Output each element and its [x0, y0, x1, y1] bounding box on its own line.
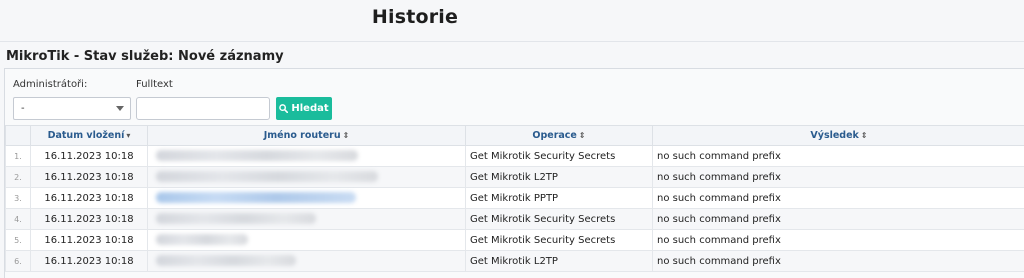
row-result: no such command prefix	[652, 166, 1024, 188]
column-header-number	[5, 125, 31, 146]
title-divider	[0, 41, 1024, 42]
table-header-row: Datum vložení ▾ Jméno routeru ⇕ Operace ⇕ V…	[5, 125, 1024, 146]
row-date: 16.11.2023 10:18	[30, 208, 148, 230]
fulltext-input[interactable]	[136, 97, 270, 120]
table-row[interactable]: 4. 16.11.2023 10:18 Get Mikrotik Securit…	[5, 208, 1024, 230]
table-row[interactable]: 2. 16.11.2023 10:18 Get Mikrotik L2TP no…	[5, 166, 1024, 188]
row-number: 6.	[5, 250, 31, 272]
table-row[interactable]: 1. 16.11.2023 10:18 Get Mikrotik Securit…	[5, 145, 1024, 167]
table-row[interactable]: 6. 16.11.2023 10:18 Get Mikrotik L2TP no…	[5, 250, 1024, 272]
row-date: 16.11.2023 10:18	[30, 187, 148, 209]
table-row[interactable]: 5. 16.11.2023 10:18 Get Mikrotik Securit…	[5, 229, 1024, 251]
chevron-down-icon	[116, 106, 124, 111]
search-button-label: Hledat	[291, 103, 329, 114]
row-number: 2.	[5, 166, 31, 188]
row-number: 1.	[5, 145, 31, 167]
row-result: no such command prefix	[652, 250, 1024, 272]
search-button[interactable]: Hledat	[276, 97, 332, 120]
row-operation: Get Mikrotik L2TP	[465, 166, 653, 188]
row-date: 16.11.2023 10:18	[30, 166, 148, 188]
row-result: no such command prefix	[652, 208, 1024, 230]
row-router-redacted	[147, 229, 466, 251]
admin-select-value: -	[21, 103, 25, 114]
row-date: 16.11.2023 10:18	[30, 229, 148, 251]
row-number: 5.	[5, 229, 31, 251]
panel-title: MikroTik - Stav služeb: Nové záznamy	[6, 49, 284, 64]
column-header-result[interactable]: Výsledek ⇕	[652, 125, 1024, 146]
sort-desc-icon: ▾	[126, 131, 131, 140]
sort-icon: ⇕	[578, 131, 586, 140]
sort-icon: ⇕	[860, 131, 868, 140]
row-operation: Get Mikrotik Security Secrets	[465, 145, 653, 167]
search-icon	[279, 104, 289, 113]
row-date: 16.11.2023 10:18	[30, 145, 148, 167]
admin-filter-label: Administrátoři:	[13, 79, 88, 90]
admin-select[interactable]: -	[13, 97, 131, 120]
row-operation: Get Mikrotik PPTP	[465, 187, 653, 209]
row-operation: Get Mikrotik Security Secrets	[465, 229, 653, 251]
page-title: Historie	[371, 6, 459, 28]
row-router-redacted	[147, 208, 466, 230]
history-table: Datum vložení ▾ Jméno routeru ⇕ Operace ⇕ V…	[5, 125, 1024, 272]
row-router-redacted	[147, 166, 466, 188]
row-router-redacted	[147, 187, 466, 209]
history-panel: Administrátoři: Fulltext - Hledat Datum …	[4, 68, 1024, 278]
row-result: no such command prefix	[652, 145, 1024, 167]
column-header-operation[interactable]: Operace ⇕	[465, 125, 653, 146]
row-result: no such command prefix	[652, 229, 1024, 251]
row-number: 3.	[5, 187, 31, 209]
fulltext-label: Fulltext	[136, 79, 173, 90]
row-number: 4.	[5, 208, 31, 230]
table-row[interactable]: 3. 16.11.2023 10:18 Get Mikrotik PPTP no…	[5, 187, 1024, 209]
row-date: 16.11.2023 10:18	[30, 250, 148, 272]
column-header-date[interactable]: Datum vložení ▾	[30, 125, 148, 146]
row-router-redacted	[147, 145, 466, 167]
row-router-redacted	[147, 250, 466, 272]
row-operation: Get Mikrotik Security Secrets	[465, 208, 653, 230]
column-header-router[interactable]: Jméno routeru ⇕	[147, 125, 466, 146]
row-result: no such command prefix	[652, 187, 1024, 209]
sort-icon: ⇕	[342, 131, 350, 140]
row-operation: Get Mikrotik L2TP	[465, 250, 653, 272]
